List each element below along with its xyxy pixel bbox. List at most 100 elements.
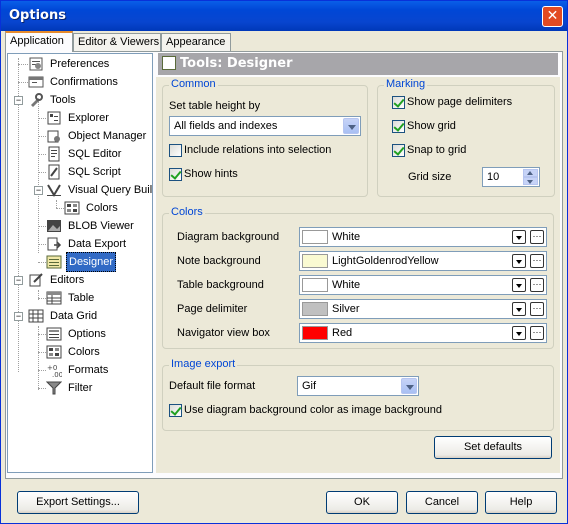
data-grid-collapse-toggle[interactable]: − — [14, 312, 23, 321]
tree-item-sql-script[interactable]: SQL Script — [46, 163, 123, 181]
color-name: White — [332, 279, 361, 291]
tree-item-label: Options — [68, 328, 106, 340]
tree-item-explorer[interactable]: Explorer — [46, 109, 111, 127]
cancel-button[interactable]: Cancel — [406, 491, 478, 514]
tree-item-data-export[interactable]: Data Export — [46, 235, 128, 253]
common-group: Common Set table height by All fields an… — [162, 78, 368, 197]
ellipsis-button[interactable]: ··· — [530, 254, 544, 268]
color-row-label: Note background — [177, 255, 261, 267]
data-grid-icon — [28, 308, 44, 324]
tree-item-label: Confirmations — [50, 76, 118, 88]
tree-item-preferences[interactable]: Preferences — [28, 55, 111, 73]
colors-icon — [64, 200, 80, 216]
chevron-down-icon[interactable] — [401, 378, 417, 394]
tree-item-grid-colors[interactable]: Colors — [46, 343, 102, 361]
default-format-value: Gif — [302, 380, 317, 392]
color-select[interactable]: White ··· — [299, 275, 547, 295]
tree-item-grid-options[interactable]: Options — [46, 325, 108, 343]
tree-item-editors[interactable]: Editors — [28, 271, 86, 289]
show-grid-checkbox[interactable] — [392, 120, 405, 133]
tree-item-table[interactable]: Table — [46, 289, 96, 307]
spin-down-icon[interactable] — [523, 177, 538, 185]
grid-size-spinner[interactable]: 10 — [482, 167, 540, 187]
tree-item-visual-query-builder[interactable]: Visual Query Builder — [46, 181, 153, 199]
set-defaults-button[interactable]: Set defaults — [434, 436, 552, 459]
marking-group: Marking Show page delimiters Show grid S… — [377, 78, 555, 197]
use-bg-checkbox[interactable] — [169, 404, 182, 417]
color-row-note-background: Note background LightGoldenrodYellow ··· — [163, 249, 555, 273]
default-format-label: Default file format — [169, 380, 256, 392]
ellipsis-button[interactable]: ··· — [530, 302, 544, 316]
page-title: Tools: Designer — [158, 53, 558, 75]
color-select[interactable]: Red ··· — [299, 323, 547, 343]
explorer-icon — [46, 110, 62, 126]
tab-application[interactable]: Application — [5, 31, 73, 52]
table-height-label: Set table height by — [169, 100, 261, 112]
tree-item-designer[interactable]: Designer — [46, 252, 117, 272]
tools-collapse-toggle[interactable]: − — [14, 96, 23, 105]
chevron-down-icon[interactable] — [512, 302, 526, 316]
editors-collapse-toggle[interactable]: − — [14, 276, 23, 285]
tree-item-blob-viewer[interactable]: BLOB Viewer — [46, 217, 136, 235]
chevron-down-icon[interactable] — [512, 254, 526, 268]
options-icon — [46, 326, 62, 342]
tree-item-filter[interactable]: Filter — [45, 379, 94, 397]
table-height-select[interactable]: All fields and indexes — [169, 116, 361, 136]
color-row-label: Diagram background — [177, 231, 280, 243]
table-height-value: All fields and indexes — [174, 120, 278, 132]
tree-item-vqb-colors[interactable]: Colors — [64, 199, 120, 217]
include-relations-checkbox[interactable] — [169, 144, 182, 157]
data-export-icon — [46, 236, 62, 252]
snap-to-grid-label: Snap to grid — [407, 144, 467, 156]
help-button[interactable]: Help — [485, 491, 557, 514]
chevron-down-icon[interactable] — [512, 230, 526, 244]
show-page-delimiters-label: Show page delimiters — [407, 96, 513, 108]
tree-item-label: Table — [68, 292, 95, 304]
formats-icon: +0.00 — [46, 362, 63, 379]
use-bg-label: Use diagram background color as image ba… — [184, 404, 443, 416]
sql-script-icon — [46, 164, 62, 180]
options-tree[interactable]: − − − − Preferences Confirmations Tools … — [7, 53, 153, 473]
ellipsis-button[interactable]: ··· — [530, 278, 544, 292]
show-page-delimiters-checkbox[interactable] — [392, 96, 405, 109]
color-name: LightGoldenrodYellow — [332, 255, 439, 267]
show-hints-label: Show hints — [184, 168, 238, 180]
chevron-down-icon[interactable] — [343, 118, 359, 134]
tree-item-formats[interactable]: +0.00 Formats — [46, 361, 110, 379]
tree-item-label: Colors — [86, 202, 118, 214]
color-row-table-background: Table background White ··· — [163, 273, 555, 297]
color-row-label: Table background — [177, 279, 264, 291]
show-hints-checkbox[interactable] — [169, 168, 182, 181]
color-name: Silver — [332, 303, 360, 315]
spin-up-icon[interactable] — [523, 169, 538, 177]
tree-item-label: Colors — [68, 346, 100, 358]
ellipsis-button[interactable]: ··· — [530, 326, 544, 340]
visual-query-builder-icon — [46, 182, 62, 198]
tree-item-label: Data Export — [68, 238, 127, 250]
show-grid-label: Show grid — [407, 120, 456, 132]
tree-item-tools[interactable]: Tools — [28, 91, 78, 109]
filter-icon — [45, 380, 63, 396]
tab-appearance[interactable]: Appearance — [161, 33, 231, 51]
tree-item-sql-editor[interactable]: SQL Editor — [46, 145, 123, 163]
tree-item-object-manager[interactable]: Object Manager — [46, 127, 148, 145]
export-settings-button[interactable]: Export Settings... — [17, 491, 139, 514]
chevron-down-icon[interactable] — [512, 326, 526, 340]
tree-item-label: Visual Query Builder — [68, 184, 153, 196]
vqb-collapse-toggle[interactable]: − — [34, 186, 43, 195]
grid-size-label: Grid size — [408, 171, 452, 183]
tree-item-label: Editors — [50, 274, 85, 286]
tree-item-confirmations[interactable]: Confirmations — [28, 73, 120, 91]
tree-item-label: Filter — [68, 382, 93, 394]
tab-editor-viewers[interactable]: Editor & Viewers — [73, 33, 161, 51]
color-select[interactable]: Silver ··· — [299, 299, 547, 319]
chevron-down-icon[interactable] — [512, 278, 526, 292]
close-button[interactable]: ✕ — [542, 6, 563, 27]
default-format-select[interactable]: Gif — [297, 376, 419, 396]
tree-item-data-grid[interactable]: Data Grid — [28, 307, 99, 325]
color-select[interactable]: LightGoldenrodYellow ··· — [299, 251, 547, 271]
ok-button[interactable]: OK — [326, 491, 398, 514]
ellipsis-button[interactable]: ··· — [530, 230, 544, 244]
color-select[interactable]: White ··· — [299, 227, 547, 247]
snap-to-grid-checkbox[interactable] — [392, 144, 405, 157]
